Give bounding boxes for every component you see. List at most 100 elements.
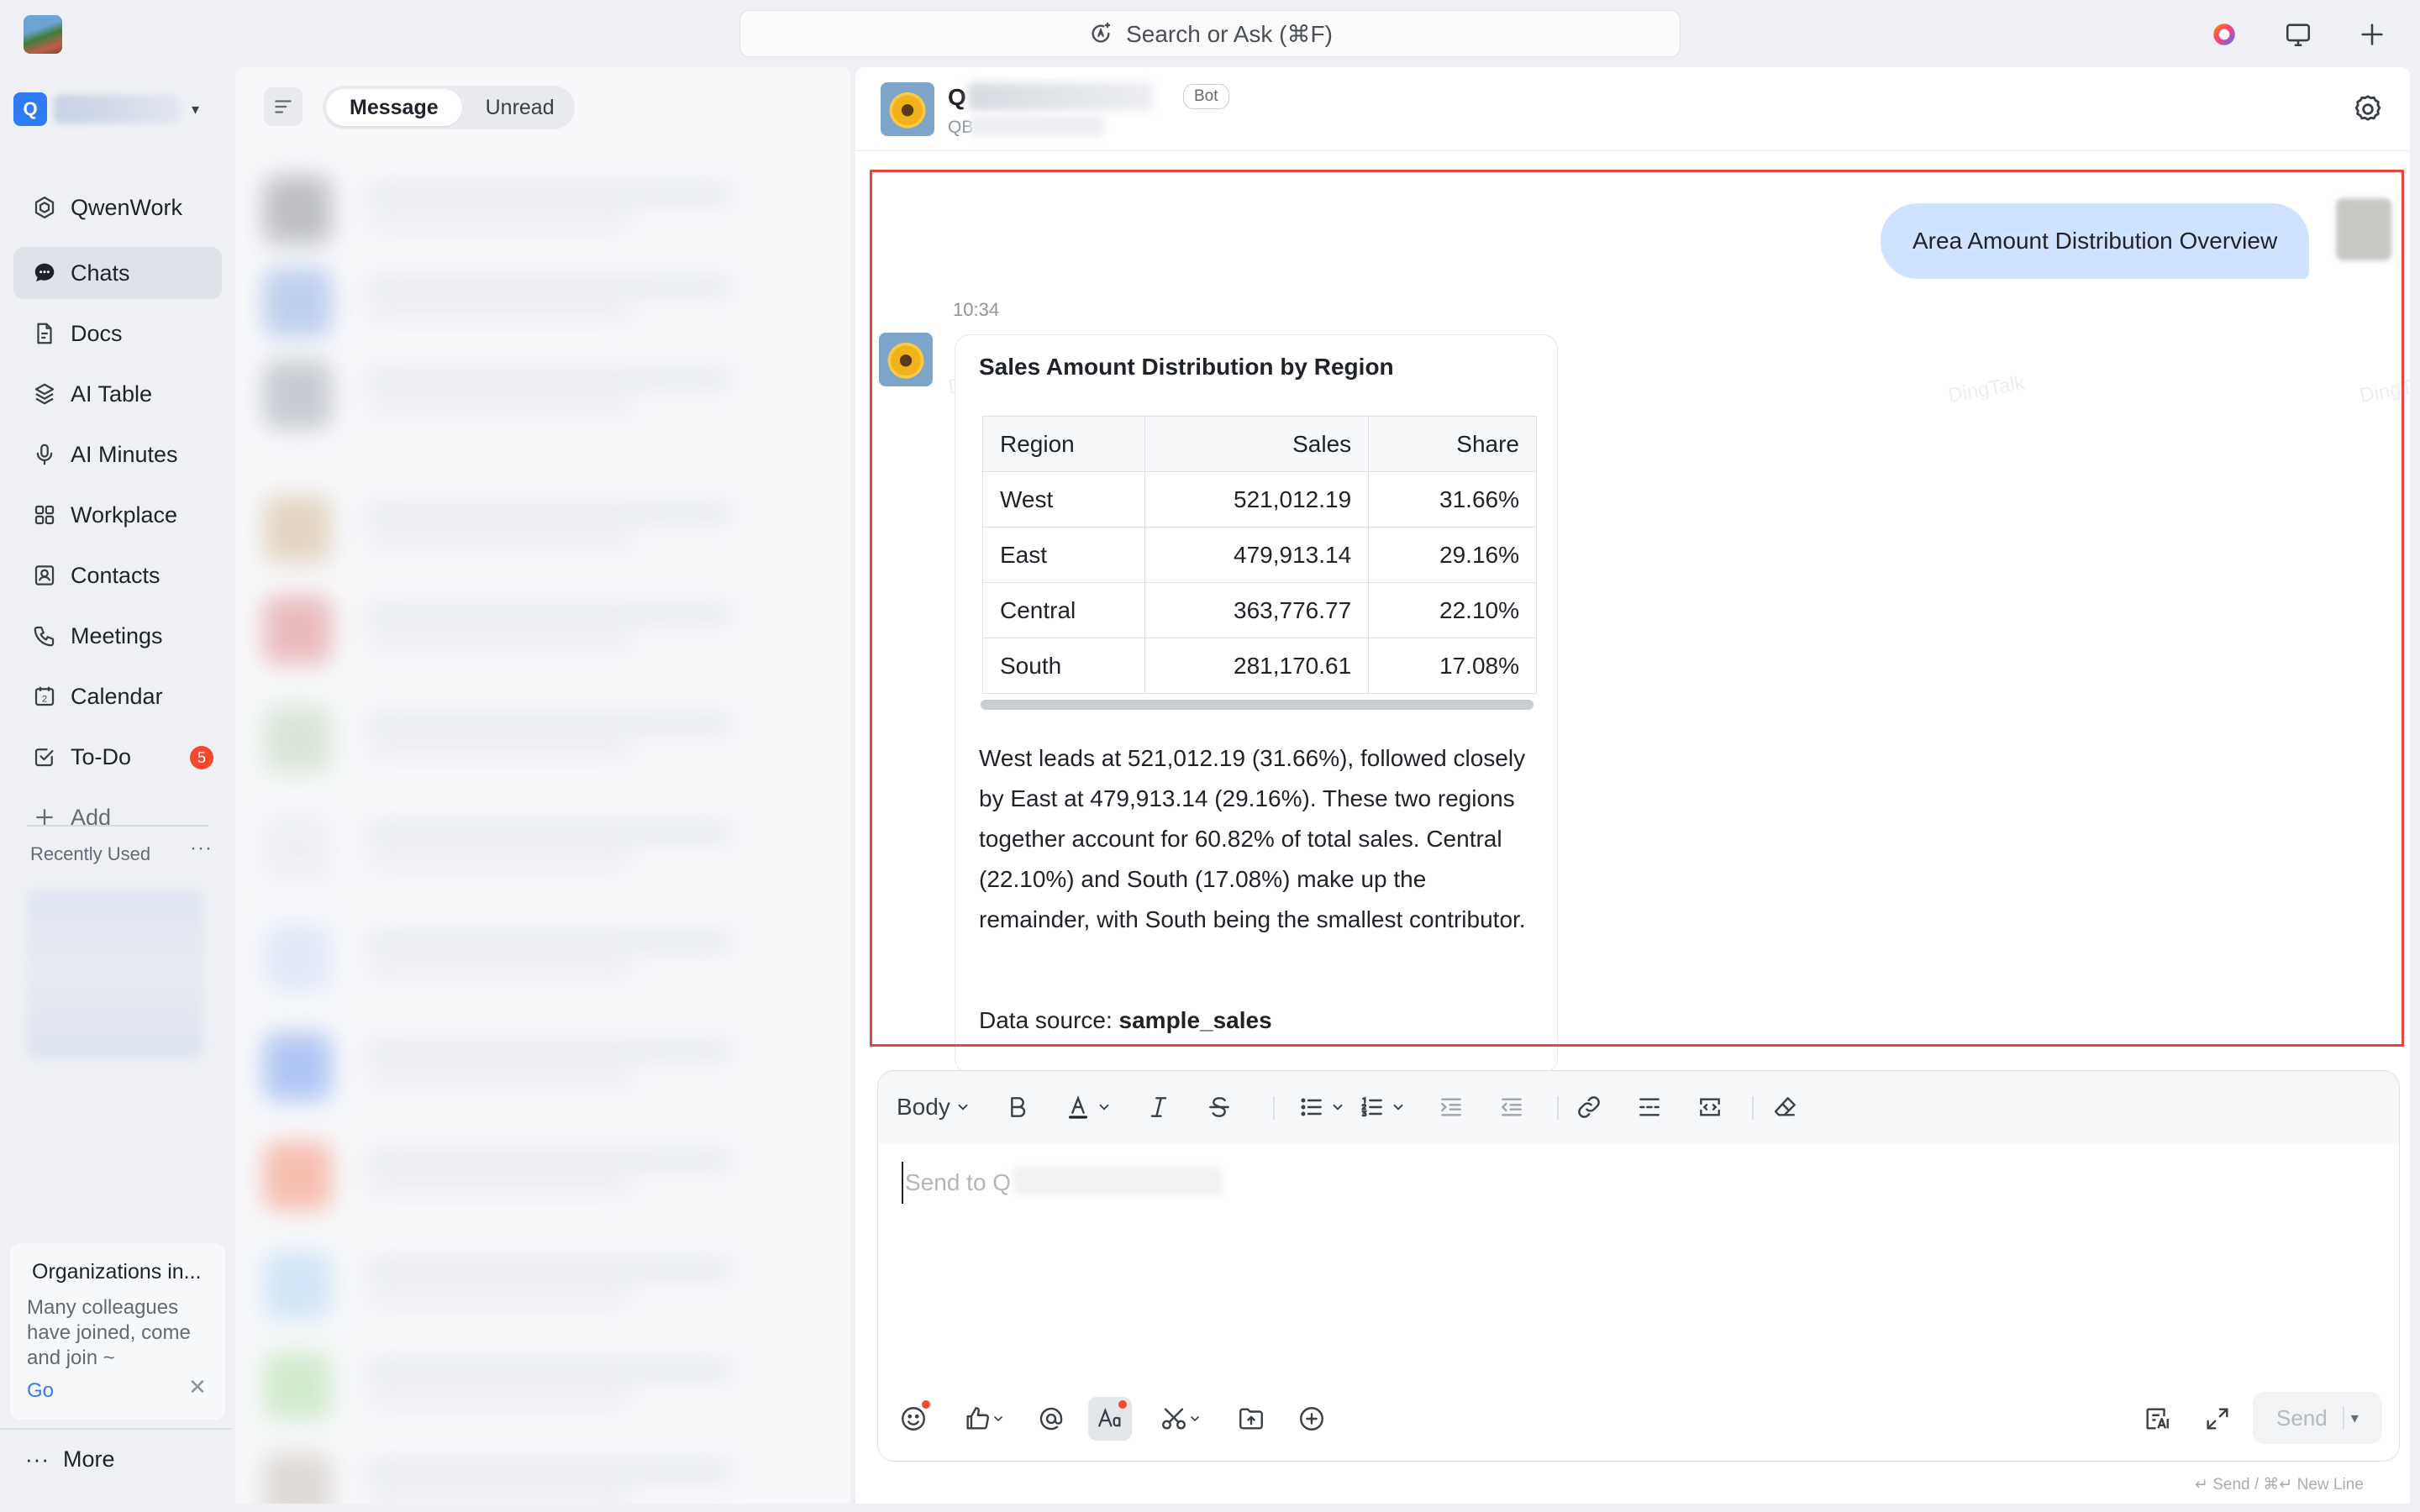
ai-compose-button[interactable]: [2135, 1397, 2179, 1441]
bullet-list-icon: [1301, 1098, 1322, 1116]
global-search-box[interactable]: Search or Ask (⌘F): [739, 10, 1681, 57]
divider-line-button[interactable]: [1636, 1086, 1663, 1128]
screenshot-button[interactable]: [1150, 1397, 1211, 1441]
bullet-list-button[interactable]: [1298, 1086, 1345, 1128]
list-item[interactable]: [264, 588, 818, 664]
tab-message[interactable]: Message: [326, 89, 462, 126]
list-item[interactable]: [264, 353, 818, 428]
ai-table-icon: [34, 383, 55, 405]
nav-more-button[interactable]: ··· More: [25, 1446, 115, 1473]
grid-icon: [34, 505, 55, 525]
emoji-button[interactable]: [892, 1397, 935, 1441]
list-item[interactable]: [264, 697, 818, 773]
nav-item-chats[interactable]: Chats: [13, 247, 222, 299]
nav-item-todo[interactable]: To-Do 5: [13, 731, 222, 783]
nav-item-workplace[interactable]: Workplace: [13, 489, 222, 541]
todo-count-badge: 5: [190, 746, 213, 769]
caret-down-icon: ▾: [192, 100, 200, 118]
font-color-button[interactable]: [1065, 1086, 1112, 1128]
strikethrough-icon: [1209, 1097, 1229, 1117]
strikethrough-button[interactable]: [1206, 1086, 1233, 1128]
list-item[interactable]: [264, 1243, 818, 1319]
cell-share: 22.10%: [1368, 582, 1537, 638]
smiley-icon: [902, 1407, 925, 1431]
more-actions-button[interactable]: [1290, 1397, 1334, 1441]
chat-subtitle-redacted: [970, 116, 1104, 136]
ai-assistant-icon[interactable]: [2205, 15, 2244, 54]
card-title: Sales Amount Distribution by Region: [979, 354, 1394, 380]
nav-item-calendar[interactable]: 2 Calendar: [13, 670, 222, 722]
recently-used-more-icon[interactable]: ···: [190, 837, 213, 860]
nav-item-label: Chats: [71, 260, 130, 286]
nav-item-label: Docs: [71, 320, 123, 346]
user-message-bubble[interactable]: Area Amount Distribution Overview: [1881, 203, 2310, 279]
gear-icon[interactable]: [2351, 92, 2385, 126]
list-item[interactable]: [264, 1134, 818, 1210]
nav-item-meetings[interactable]: Meetings: [13, 610, 222, 662]
expand-composer-button[interactable]: [2196, 1397, 2239, 1441]
numbered-list-button[interactable]: [1359, 1086, 1406, 1128]
cell-sales: 521,012.19: [1144, 471, 1370, 528]
mention-button[interactable]: [1029, 1397, 1073, 1441]
italic-button[interactable]: [1145, 1086, 1172, 1128]
bot-response-card[interactable]: Sales Amount Distribution by Region Regi…: [955, 334, 1558, 1074]
chevron-down-icon: [1393, 1104, 1403, 1110]
bot-message-avatar[interactable]: [879, 333, 933, 386]
folder-upload-icon: [1239, 1408, 1263, 1430]
nav-item-docs[interactable]: Docs: [13, 307, 222, 360]
table-horizontal-scrollbar[interactable]: [981, 700, 1534, 710]
nav-more-label: More: [62, 1446, 115, 1472]
nav-item-label: Workplace: [71, 501, 178, 528]
list-item[interactable]: [264, 916, 818, 991]
numbered-list-icon: [1361, 1096, 1382, 1117]
nav-item-ai-table[interactable]: AI Table: [13, 368, 222, 420]
list-item[interactable]: [264, 1445, 818, 1504]
send-button[interactable]: Send ▾: [2253, 1392, 2382, 1444]
indent-decrease-button[interactable]: [1498, 1086, 1525, 1128]
bot-avatar[interactable]: [881, 82, 934, 136]
indent-increase-button[interactable]: [1438, 1086, 1465, 1128]
send-options-caret-icon[interactable]: ▾: [2351, 1410, 2359, 1427]
screen-cast-icon[interactable]: [2279, 15, 2317, 54]
list-item[interactable]: [264, 1344, 818, 1420]
text-format-toggle[interactable]: [1088, 1397, 1132, 1441]
chat-bubble-icon: [34, 263, 55, 281]
user-avatar[interactable]: [2336, 198, 2391, 260]
bold-button[interactable]: [1004, 1086, 1031, 1128]
organization-switcher[interactable]: Q ▾: [13, 89, 224, 129]
list-item[interactable]: [264, 806, 818, 882]
nav-item-label: Calendar: [71, 683, 163, 709]
list-item[interactable]: [264, 168, 818, 244]
toolbar-separator: [1557, 1096, 1559, 1120]
column-header-share: Share: [1368, 416, 1537, 472]
org-card-description: Many colleagues have joined, come and jo…: [27, 1296, 191, 1369]
text-style-dropdown[interactable]: Body: [897, 1086, 971, 1128]
bold-icon: [1011, 1097, 1026, 1117]
message-timestamp: 10:34: [953, 299, 1000, 320]
app-logo-avatar[interactable]: [24, 15, 62, 54]
nav-item-contacts[interactable]: Contacts: [13, 549, 222, 601]
text-style-label: Body: [897, 1094, 950, 1120]
eraser-icon: [1774, 1097, 1796, 1116]
upload-file-button[interactable]: [1229, 1397, 1273, 1441]
org-card-go-link[interactable]: Go: [27, 1379, 54, 1403]
cell-share: 29.16%: [1368, 527, 1537, 583]
list-item[interactable]: [264, 260, 818, 336]
close-icon[interactable]: ✕: [185, 1374, 210, 1399]
code-block-button[interactable]: [1697, 1086, 1723, 1128]
filter-lines-icon[interactable]: [264, 87, 302, 126]
tab-unread[interactable]: Unread: [462, 89, 578, 126]
chevron-down-icon: [1099, 1104, 1109, 1110]
clear-format-button[interactable]: [1772, 1086, 1799, 1128]
new-plus-icon[interactable]: [2353, 15, 2391, 54]
ai-text-icon: [2146, 1408, 2169, 1430]
data-source-line: Data source: sample_sales: [979, 1007, 1272, 1034]
nav-item-add[interactable]: Add: [13, 791, 222, 843]
recently-used-label: Recently Used: [30, 843, 151, 864]
nav-item-qwenwork[interactable]: QwenWork: [13, 181, 222, 234]
list-item[interactable]: [264, 1025, 818, 1100]
list-item[interactable]: [264, 487, 818, 563]
insert-link-button[interactable]: [1576, 1086, 1602, 1128]
nav-item-ai-minutes[interactable]: AI Minutes: [13, 428, 222, 480]
reaction-button[interactable]: [954, 1397, 1014, 1441]
